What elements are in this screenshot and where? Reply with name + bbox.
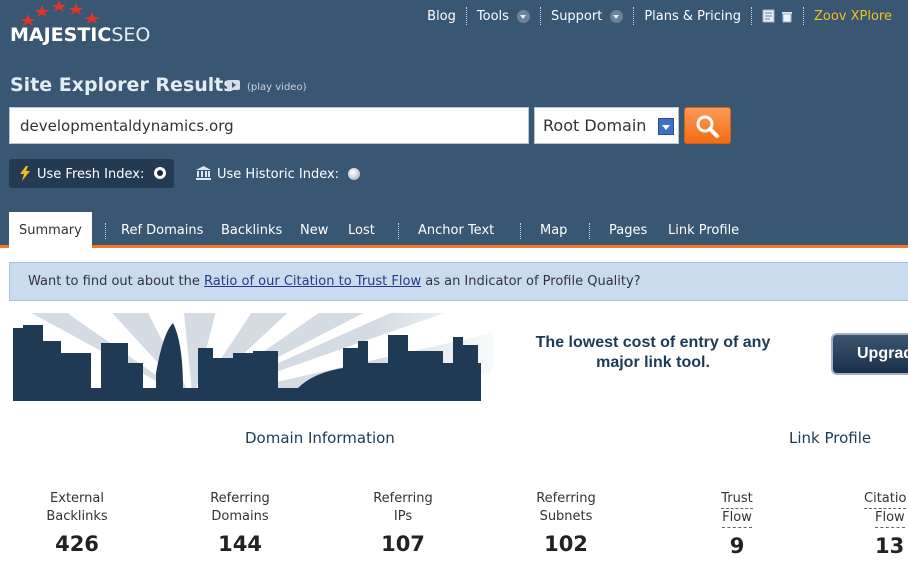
- metric-value: 13: [875, 534, 905, 558]
- tab-bar: Summary Ref Domains Backlinks New Lost A…: [0, 212, 908, 249]
- metric-value: 9: [729, 534, 745, 558]
- lightning-icon: [20, 166, 30, 181]
- majestic-seo-logo[interactable]: MAJESTICSEO: [8, 0, 168, 50]
- historic-index-radio[interactable]: [348, 168, 360, 180]
- citation-trust-ratio-link[interactable]: Ratio of our Citation to Trust Flow: [204, 274, 421, 289]
- tab-separator: [589, 223, 590, 239]
- logo-stars-icon: [21, 0, 99, 26]
- document-icon[interactable]: [762, 9, 775, 23]
- link-profile-heading: Link Profile: [789, 429, 872, 447]
- tab-anchor-text[interactable]: Anchor Text: [418, 212, 494, 248]
- metric-label-line1: Trust: [721, 490, 753, 509]
- tab-separator: [520, 223, 521, 239]
- user-name: Zoov XPlore: [813, 8, 892, 24]
- top-navigation: Blog Tools Support Plans & Pricing Zoov …: [417, 7, 902, 25]
- promo-banner[interactable]: The lowest cost of entry of any major li…: [13, 313, 908, 401]
- metric-referring-ips: Referring IPs 107: [343, 490, 463, 556]
- tab-summary[interactable]: Summary: [9, 212, 92, 249]
- promo-text: The lowest cost of entry of any major li…: [508, 333, 798, 373]
- nav-blog[interactable]: Blog: [417, 7, 467, 25]
- info-text-before: Want to find out about the: [28, 274, 204, 289]
- search-input[interactable]: [9, 107, 529, 144]
- tab-pages[interactable]: Pages: [609, 212, 647, 248]
- user-account-link[interactable]: Zoov XPlore: [804, 7, 902, 25]
- metric-referring-subnets: Referring Subnets 102: [506, 490, 626, 556]
- tab-ref-domains[interactable]: Ref Domains: [121, 212, 203, 248]
- chevron-down-icon[interactable]: [610, 9, 624, 23]
- info-text-after: as an Indicator of Profile Quality?: [421, 274, 641, 289]
- fresh-index-toggle[interactable]: Use Fresh Index:: [9, 159, 174, 188]
- metric-label-line1: Referring: [210, 491, 270, 506]
- tab-link-profile[interactable]: Link Profile: [668, 212, 739, 248]
- fresh-index-radio[interactable]: [154, 167, 166, 179]
- play-video-link[interactable]: (play video): [247, 82, 306, 93]
- select-arrow-icon[interactable]: [658, 118, 674, 135]
- info-banner: Want to find out about the Ratio of our …: [9, 262, 908, 301]
- fresh-index-label: Use Fresh Index:: [37, 167, 145, 182]
- nav-icons: [752, 7, 804, 25]
- metric-value: 102: [544, 532, 588, 556]
- magnifier-icon: [696, 115, 719, 138]
- scope-select-value: Root Domain: [543, 116, 647, 135]
- metric-label-line1: External: [50, 491, 104, 506]
- metric-label-line2: Domains: [211, 509, 269, 524]
- metric-external-backlinks: External Backlinks 426: [17, 490, 137, 556]
- search-button[interactable]: [684, 107, 731, 144]
- play-video-icon[interactable]: [227, 80, 240, 90]
- trash-icon[interactable]: [781, 10, 793, 23]
- domain-information-heading: Domain Information: [245, 429, 395, 447]
- metric-label-line2: IPs: [393, 509, 413, 524]
- metric-label-line2: Flow: [875, 509, 905, 528]
- tab-separator: [105, 223, 106, 239]
- nav-plans-label: Plans & Pricing: [644, 8, 741, 24]
- header-area: MAJESTICSEO Blog Tools Support Plans & P…: [0, 0, 908, 249]
- tab-lost[interactable]: Lost: [348, 212, 375, 248]
- tab-map[interactable]: Map: [540, 212, 567, 248]
- metric-citation-flow[interactable]: Citatio Flow 13: [830, 490, 908, 558]
- metric-value: 144: [218, 532, 262, 556]
- metric-label-line2: Flow: [722, 509, 752, 528]
- page-title: Site Explorer Results: [10, 74, 235, 96]
- tab-separator: [398, 223, 399, 239]
- promo-line-2: major link tool.: [596, 354, 710, 371]
- metric-label-line1: Referring: [373, 491, 433, 506]
- metric-value: 426: [55, 532, 99, 556]
- promo-line-1: The lowest cost of entry of any: [535, 334, 771, 351]
- metric-label-line1: Referring: [536, 491, 596, 506]
- metric-label-line2: Backlinks: [46, 509, 108, 524]
- metric-referring-domains: Referring Domains 144: [180, 490, 300, 556]
- scope-select[interactable]: Root Domain: [534, 107, 679, 144]
- nav-tools[interactable]: Tools: [467, 7, 541, 25]
- tab-new[interactable]: New: [300, 212, 328, 248]
- metric-label-line2: Subnets: [539, 509, 593, 524]
- nav-plans-pricing[interactable]: Plans & Pricing: [634, 7, 752, 25]
- metric-trust-flow[interactable]: Trust Flow 9: [677, 490, 797, 558]
- nav-tools-label: Tools: [476, 8, 509, 24]
- tab-backlinks[interactable]: Backlinks: [221, 212, 282, 248]
- metric-value: 107: [381, 532, 425, 556]
- historic-index-label: Use Historic Index:: [217, 167, 340, 182]
- bank-building-icon: [196, 166, 211, 180]
- logo-text-bold: MAJESTIC: [10, 24, 112, 46]
- metric-label-line1: Citatio: [864, 490, 907, 509]
- upgrade-button[interactable]: Upgrad: [831, 333, 908, 375]
- nav-blog-label: Blog: [427, 8, 456, 24]
- nav-support-label: Support: [550, 8, 603, 24]
- logo-text-light: SEO: [111, 24, 151, 46]
- chevron-down-icon[interactable]: [516, 9, 530, 23]
- nav-support[interactable]: Support: [541, 7, 635, 25]
